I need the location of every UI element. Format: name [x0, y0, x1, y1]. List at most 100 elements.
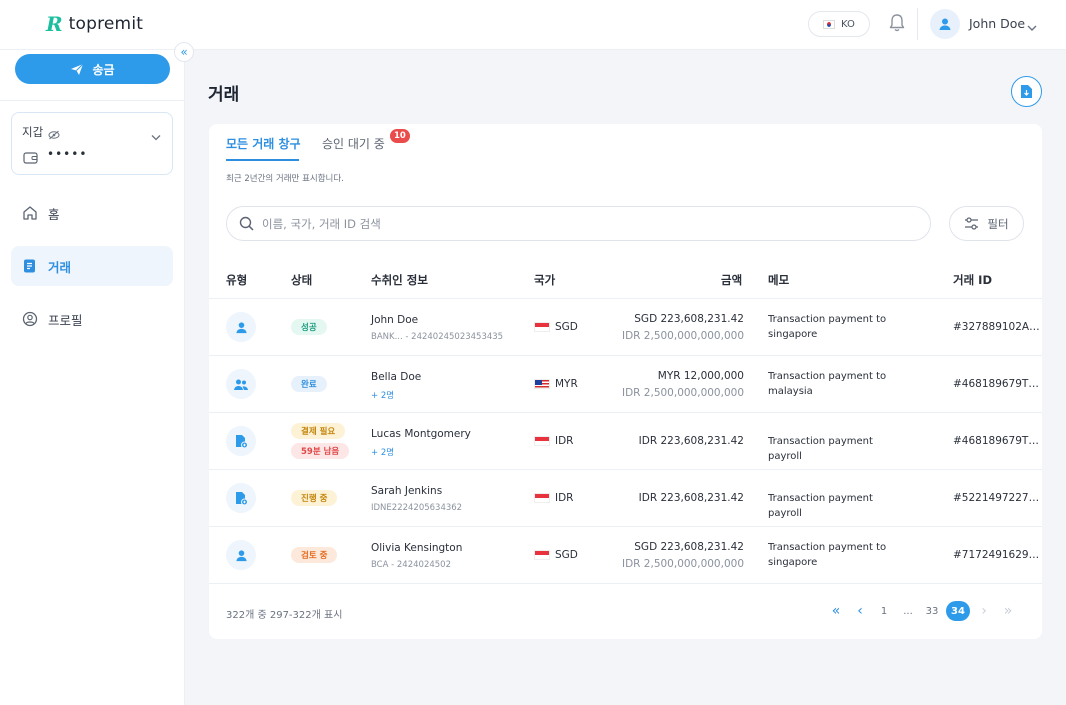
amount-converted: IDR 2,500,000,000,000 — [621, 558, 744, 570]
tab-pending-approval[interactable]: 승인 대기 중 — [322, 135, 385, 152]
single-user-icon — [226, 540, 256, 570]
user-name[interactable]: John Doe — [969, 16, 1025, 31]
sidebar-divider — [0, 100, 185, 101]
status-badge: 성공 — [291, 319, 327, 335]
currency-code: IDR — [555, 435, 574, 447]
recipient-name: Olivia Kensington — [371, 542, 463, 554]
page-number[interactable]: 1 — [872, 601, 896, 621]
sidebar-item-label: 프로필 — [48, 312, 83, 328]
transactions-card: 모든 거래 창구 승인 대기 중 10 최근 2년간의 거래만 표시합니다. 필… — [209, 124, 1042, 639]
recipient-detail: IDNE2224205634362 — [371, 503, 463, 513]
column-header: 거래 ID — [953, 273, 992, 287]
malaysia-flag-icon — [534, 379, 550, 389]
eye-off-icon[interactable] — [48, 125, 60, 144]
double-chevron-left-icon: « — [180, 45, 188, 59]
amount: MYR 12,000,000 — [657, 370, 744, 382]
column-header: 메모 — [768, 273, 790, 287]
chevron-down-icon[interactable] — [151, 126, 161, 145]
amount-converted: IDR 2,500,000,000,000 — [621, 330, 744, 342]
table-row[interactable]: 결제 필요 59분 남음 Lucas Montgomery + 2명 IDR I… — [209, 413, 1042, 470]
history-hint: 최근 2년간의 거래만 표시합니다. — [226, 174, 344, 184]
table-row[interactable]: 검토 중 Olivia Kensington BCA - 2424024502 … — [209, 527, 1042, 584]
singapore-flag-icon — [534, 322, 550, 332]
search-bar[interactable] — [226, 206, 931, 241]
export-button[interactable] — [1011, 76, 1042, 107]
memo: Transaction payment to malaysia — [768, 371, 887, 397]
column-header: 수취인 정보 — [371, 273, 428, 287]
wallet-card[interactable]: 지갑 ••••• — [11, 112, 173, 175]
sidebar: 송금 지갑 ••••• 홈 거래 프로필 — [0, 50, 185, 705]
table-row[interactable]: 완료 Bella Doe + 2명 MYR MYR 12,000,000 IDR… — [209, 356, 1042, 413]
active-tab-indicator — [226, 159, 299, 161]
filter-button[interactable]: 필터 — [949, 206, 1024, 241]
currency-code: SGD — [555, 321, 578, 333]
current-page[interactable]: 34 — [946, 601, 970, 621]
first-page-icon[interactable]: « — [824, 601, 848, 621]
page-number[interactable]: 33 — [920, 601, 944, 621]
pagination: « ‹ 1 ... 33 34 › » — [824, 600, 1020, 622]
search-input[interactable] — [262, 216, 882, 231]
transaction-id[interactable]: #327889102A1A... — [953, 321, 1042, 333]
sidebar-item-profile[interactable]: 프로필 — [11, 299, 173, 339]
wallet-balance-masked: ••••• — [47, 147, 88, 161]
single-user-icon — [226, 312, 256, 342]
amount: IDR 223,608,231.42 — [638, 435, 744, 447]
page-title: 거래 — [208, 85, 240, 105]
next-page-icon[interactable]: › — [972, 601, 996, 621]
amount: SGD 223,608,231.42 — [634, 541, 744, 553]
send-money-button[interactable]: 송금 — [15, 54, 170, 84]
singapore-flag-icon — [534, 550, 550, 560]
transaction-id[interactable]: #5221497227H9... — [953, 492, 1042, 504]
indonesia-flag-icon — [534, 493, 550, 503]
payroll-file-icon — [226, 426, 256, 456]
sidebar-item-label: 홈 — [48, 206, 60, 222]
korea-flag-icon — [823, 19, 836, 29]
memo: Transaction payment to singapore — [768, 542, 887, 568]
wallet-label: 지갑 — [22, 125, 44, 139]
logo-text: topremit — [68, 14, 144, 34]
table-header: 유형 상태 수취인 정보 국가 금액 메모 거래 ID — [209, 261, 1042, 299]
sidebar-item-transactions[interactable]: 거래 — [11, 246, 173, 286]
tab-all-transactions[interactable]: 모든 거래 창구 — [226, 135, 301, 152]
language-code: KO — [841, 18, 855, 30]
status-badge: 결제 필요 — [291, 423, 346, 439]
status-badge: 완료 — [291, 376, 327, 392]
currency-code: MYR — [555, 378, 578, 390]
last-page-icon[interactable]: » — [996, 601, 1020, 621]
currency-code: IDR — [555, 492, 574, 504]
recipient-name: Bella Doe — [371, 371, 422, 383]
sidebar-item-label: 거래 — [48, 259, 72, 275]
recipient-detail[interactable]: + 2명 — [371, 446, 394, 458]
transaction-id[interactable]: #468189679T52... — [953, 435, 1042, 447]
user-avatar[interactable] — [930, 9, 960, 39]
bell-icon[interactable] — [888, 13, 906, 33]
status-badge: 검토 중 — [291, 547, 338, 563]
home-icon — [23, 206, 37, 220]
column-header: 유형 — [226, 273, 248, 287]
recipient-detail: BCA - 2424024502 — [371, 560, 451, 570]
transaction-id[interactable]: #7172491629OH... — [953, 549, 1042, 561]
sidebar-item-home[interactable]: 홈 — [11, 193, 173, 233]
transaction-id[interactable]: #468189679T52... — [953, 378, 1042, 390]
column-header: 상태 — [291, 273, 313, 287]
transactions-icon — [24, 259, 35, 273]
chevron-down-icon[interactable] — [1027, 17, 1037, 36]
recipient-detail[interactable]: + 2명 — [371, 389, 394, 401]
amount: IDR 223,608,231.42 — [638, 492, 744, 504]
filter-label: 필터 — [987, 216, 1009, 231]
top-header: R topremit KO John Doe — [0, 0, 1066, 50]
logo[interactable]: R topremit — [46, 14, 143, 34]
previous-page-icon[interactable]: ‹ — [848, 601, 872, 621]
column-header: 국가 — [534, 273, 556, 287]
send-money-label: 송금 — [92, 62, 115, 77]
table-row[interactable]: 성공 John Doe BANK... - 24240245023453435 … — [209, 299, 1042, 356]
status-badge: 진행 중 — [291, 490, 338, 506]
collapse-sidebar-button[interactable]: « — [174, 42, 194, 62]
header-divider — [917, 8, 918, 40]
search-icon — [239, 216, 254, 231]
language-switcher[interactable]: KO — [808, 11, 870, 37]
paper-plane-icon — [71, 63, 84, 75]
time-remaining-badge: 59분 남음 — [291, 443, 350, 459]
document-download-icon — [1021, 85, 1032, 98]
table-row[interactable]: 진행 중 Sarah Jenkins IDNE2224205634362 IDR… — [209, 470, 1042, 527]
